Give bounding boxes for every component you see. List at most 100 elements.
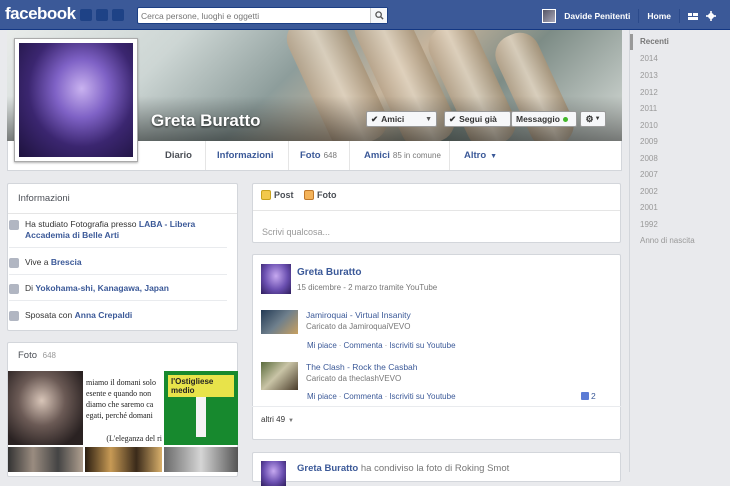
photo-thumbnail[interactable] [85, 447, 162, 472]
post-header: Greta Buratto ha condiviso la foto di Ro… [297, 463, 510, 474]
share-actions: Mi piace · Commenta · Iscriviti su Youtube [307, 341, 456, 350]
profile-name: Greta Buratto [151, 111, 261, 130]
subscribe-link[interactable]: Iscriviti su Youtube [389, 392, 455, 401]
photo-thumbnail[interactable] [164, 447, 238, 472]
search-input[interactable] [138, 8, 368, 23]
composer-input[interactable]: Scrivi qualcosa... [262, 227, 330, 237]
facebook-logo[interactable]: facebook [5, 4, 76, 24]
post-author-avatar[interactable] [261, 461, 286, 486]
post-author[interactable]: Greta Buratto [297, 463, 358, 474]
video-title[interactable]: The Clash - Rock the Casbah [306, 362, 418, 372]
shared-video: Jamiroquai - Virtual Insanity Caricato d… [261, 310, 601, 334]
privacy-shortcuts-icon[interactable] [688, 12, 698, 21]
chevron-down-icon: ▼ [425, 115, 432, 123]
top-right-nav: Davide Penitenti Home [542, 9, 716, 23]
like-count[interactable]: 2 [581, 391, 596, 401]
city-link[interactable]: Brescia [51, 257, 82, 267]
info-panel-title: Informazioni [8, 184, 237, 214]
photos-panel-title[interactable]: Foto [18, 350, 37, 361]
video-uploader: Caricato da JamiroquaiVEVO [306, 322, 411, 331]
thumbs-up-icon [581, 392, 589, 400]
profile-picture[interactable] [14, 38, 138, 162]
comment-link[interactable]: Commenta [343, 392, 382, 401]
subscribe-link[interactable]: Iscriviti su Youtube [389, 341, 455, 350]
post-meta: 15 dicembre - 2 marzo tramite YouTube [297, 283, 438, 292]
spouse-link[interactable]: Anna Crepaldi [75, 310, 133, 320]
tab-diary[interactable]: Diario [165, 141, 192, 170]
notification-jewels [80, 9, 124, 21]
home-link[interactable]: Home [647, 11, 671, 21]
photos-panel-count: 648 [42, 351, 57, 360]
heart-icon [9, 311, 19, 321]
share-actions: Mi piace · Commenta · Iscriviti su Youtube [307, 392, 456, 401]
settings-button[interactable]: ⚙ ▼ [580, 111, 606, 127]
divider [638, 9, 640, 23]
year-link[interactable]: 2011 [640, 104, 657, 113]
year-link[interactable]: 2010 [640, 121, 658, 130]
year-birth[interactable]: Anno di nascita [640, 236, 695, 245]
year-link[interactable]: 2002 [640, 187, 658, 196]
message-button[interactable]: Messaggio [511, 111, 577, 127]
tab-photos[interactable]: Foto 648 [300, 141, 337, 170]
user-name-link[interactable]: Davide Penitenti [564, 11, 630, 21]
year-recent[interactable]: Recenti [640, 37, 669, 46]
photo-thumbnail[interactable] [8, 447, 83, 472]
photo-thumbnail[interactable]: l'Ostigliese medio [164, 371, 238, 445]
tab-info[interactable]: Informazioni [217, 141, 273, 170]
photo-thumbnail[interactable] [8, 371, 83, 445]
check-icon: ✔ [449, 113, 457, 124]
photo-thumbnail[interactable]: miamo il domani solo esente e quando non… [85, 371, 162, 445]
post-author[interactable]: Greta Buratto [297, 267, 361, 278]
messages-icon[interactable] [96, 9, 108, 21]
gear-icon: ⚙ [585, 113, 594, 124]
composer-tab-photo[interactable]: Foto [304, 190, 337, 200]
year-link[interactable]: 2013 [640, 71, 658, 80]
info-lives-in: Vive a Brescia [9, 257, 224, 268]
year-link[interactable]: 1992 [640, 220, 658, 229]
post-author-avatar[interactable] [261, 264, 291, 294]
like-link[interactable]: Mi piace [307, 341, 337, 350]
chevron-down-icon: ▼ [490, 153, 498, 160]
like-link[interactable]: Mi piace [307, 392, 337, 401]
gear-icon[interactable] [706, 11, 716, 21]
camera-icon [304, 190, 314, 200]
video-title[interactable]: Jamiroquai - Virtual Insanity [306, 310, 411, 320]
photo-grid: miamo il domani solo esente e quando non… [8, 371, 238, 472]
composer-tab-post[interactable]: Post [261, 190, 294, 200]
friend-requests-icon[interactable] [80, 9, 92, 21]
photos-count: 648 [323, 151, 337, 160]
top-bar: facebook Davide Penitenti Home [0, 0, 730, 30]
year-link[interactable]: 2007 [640, 170, 658, 179]
friends-button[interactable]: ✔ Amici ▼ [366, 111, 437, 127]
search-icon [374, 11, 384, 20]
chevron-down-icon: ▼ [288, 418, 294, 424]
chevron-down-icon: ▼ [594, 116, 601, 122]
year-link[interactable]: 2008 [640, 154, 658, 163]
tab-friends[interactable]: Amici 85 in comune [364, 141, 441, 170]
divider [679, 9, 680, 23]
user-avatar[interactable] [542, 9, 557, 23]
video-uploader: Caricato da theclashVEVO [306, 374, 402, 383]
shared-video: The Clash - Rock the Casbah Caricato da … [261, 362, 601, 390]
video-thumbnail[interactable] [261, 310, 298, 334]
comment-link[interactable]: Commenta [343, 341, 382, 350]
year-link[interactable]: 2009 [640, 137, 658, 146]
hometown-link[interactable]: Yokohama-shi, Kanagawa, Japan [35, 283, 169, 293]
check-icon: ✔ [371, 113, 379, 124]
year-link[interactable]: 2012 [640, 88, 658, 97]
info-education: Ha studiato Fotografia presso LABA - Lib… [9, 219, 224, 241]
search-button[interactable] [370, 8, 387, 23]
search-box [137, 7, 388, 24]
mutual-friends-count: 85 in comune [392, 151, 441, 160]
notifications-icon[interactable] [112, 9, 124, 21]
year-link[interactable]: 2014 [640, 54, 658, 63]
video-thumbnail[interactable] [261, 362, 298, 390]
info-relationship: Sposata con Anna Crepaldi [9, 310, 224, 321]
more-shares-link[interactable]: altri 49 ▼ [261, 415, 294, 424]
tab-more[interactable]: Altro ▼ [464, 141, 497, 170]
location-pin-icon [9, 284, 19, 294]
follow-button[interactable]: ✔ Segui già [444, 111, 511, 127]
timeline-scrubber: Recenti 2014 2013 2012 2011 2010 2009 20… [629, 30, 730, 472]
home-icon [9, 258, 19, 268]
year-link[interactable]: 2001 [640, 203, 658, 212]
